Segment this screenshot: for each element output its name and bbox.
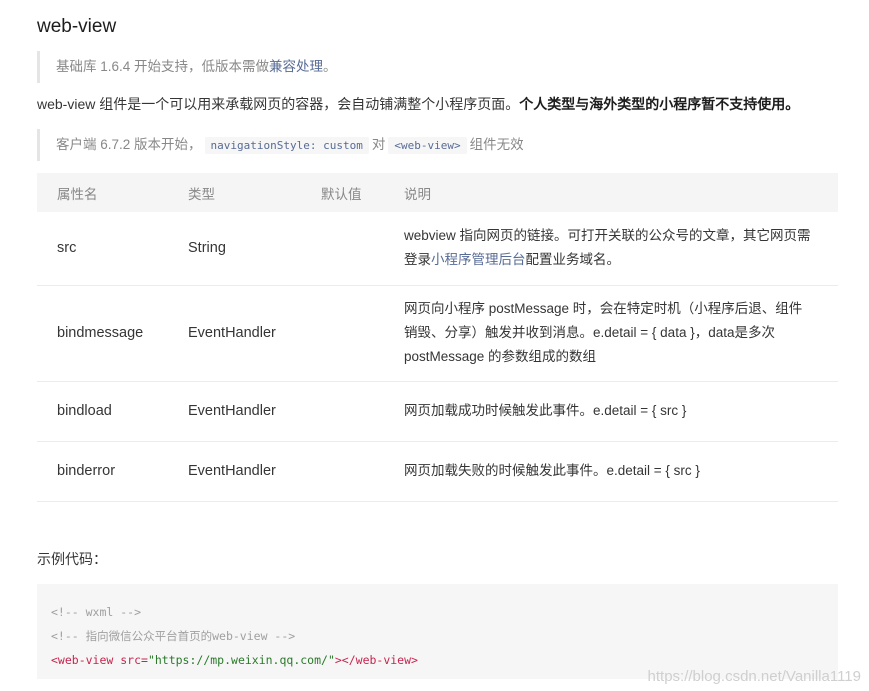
table-row: bindmessage EventHandler 网页向小程序 postMess… xyxy=(37,285,838,382)
table-row: src String webview 指向网页的链接。可打开关联的公众号的文章，… xyxy=(37,212,838,286)
attr-default xyxy=(301,212,384,286)
header-type: 类型 xyxy=(188,186,215,202)
component-description: web-view 组件是一个可以用来承载网页的容器，会自动铺满整个小程序页面。个… xyxy=(37,94,799,114)
attr-type: EventHandler xyxy=(168,441,301,502)
code-comment-line: <!-- 指向微信公众平台首页的web-view --> xyxy=(51,629,296,643)
compat-link[interactable]: 兼容处理 xyxy=(269,59,323,74)
attr-default xyxy=(301,381,384,442)
code-string: "https://mp.weixin.qq.com/" xyxy=(147,653,335,667)
code-comment-line: <!-- wxml --> xyxy=(51,605,142,619)
client-note-text: 客户端 6.7.2 版本开始， xyxy=(56,137,202,152)
header-name: 属性名 xyxy=(57,186,98,202)
attr-default xyxy=(301,441,384,502)
header-default: 默认值 xyxy=(321,186,362,202)
client-note-suffix: 组件无效 xyxy=(469,137,524,152)
sample-code-label: 示例代码： xyxy=(37,551,107,567)
attr-desc: 网页加载失败的时候触发此事件。e.detail = { src } xyxy=(384,441,838,502)
page-title: web-view xyxy=(37,16,117,37)
code-attr: src= xyxy=(113,653,148,667)
attr-name: bindmessage xyxy=(37,285,168,382)
code-tag-close: ></web-view> xyxy=(334,653,418,667)
attr-type: String xyxy=(168,212,301,286)
client-note-mid: 对 xyxy=(371,137,386,152)
attr-desc: webview 指向网页的链接。可打开关联的公众号的文章，其它网页需登录小程序管… xyxy=(384,212,838,286)
navigation-style-code: navigationStyle: custom xyxy=(204,137,369,154)
version-note-suffix: 。 xyxy=(323,59,337,74)
code-tag-open: <web-view xyxy=(51,653,114,667)
watermark: https://blog.csdn.net/Vanilla1119 xyxy=(647,668,861,685)
attr-desc: 网页向小程序 postMessage 时，会在特定时机（小程序后退、组件销毁、分… xyxy=(384,285,838,382)
attr-desc: 网页加载成功时候触发此事件。e.detail = { src } xyxy=(384,381,838,442)
attr-type: EventHandler xyxy=(168,381,301,442)
web-view-tag-code: <web-view> xyxy=(388,137,467,154)
attr-name: bindload xyxy=(37,381,168,442)
client-note: 客户端 6.7.2 版本开始， navigationStyle: custom 对 <… xyxy=(37,129,838,161)
header-desc: 说明 xyxy=(404,186,431,202)
table-row: bindload EventHandler 网页加载成功时候触发此事件。e.de… xyxy=(37,381,838,442)
attr-type: EventHandler xyxy=(168,285,301,382)
admin-console-link[interactable]: 小程序管理后台 xyxy=(431,252,526,267)
attributes-table: 属性名 类型 默认值 说明 src String webview 指向网页的链接… xyxy=(37,173,838,502)
code-block[interactable]: <!-- wxml --> <!-- 指向微信公众平台首页的web-view -… xyxy=(37,584,838,679)
table-row: binderror EventHandler 网页加载失败的时候触发此事件。e.… xyxy=(37,441,838,502)
table-header-row: 属性名 类型 默认值 说明 xyxy=(37,173,838,212)
description-text: web-view 组件是一个可以用来承载网页的容器，会自动铺满整个小程序页面。 xyxy=(37,96,520,112)
attr-name: src xyxy=(37,212,168,286)
attr-name: binderror xyxy=(37,441,168,502)
version-note: 基础库 1.6.4 开始支持，低版本需做兼容处理。 xyxy=(37,51,838,83)
version-note-text: 基础库 1.6.4 开始支持，低版本需做 xyxy=(56,59,270,74)
attr-default xyxy=(301,285,384,382)
attr-desc-suffix: 配置业务域名。 xyxy=(525,252,621,268)
description-bold: 个人类型与海外类型的小程序暂不支持使用。 xyxy=(519,96,800,112)
